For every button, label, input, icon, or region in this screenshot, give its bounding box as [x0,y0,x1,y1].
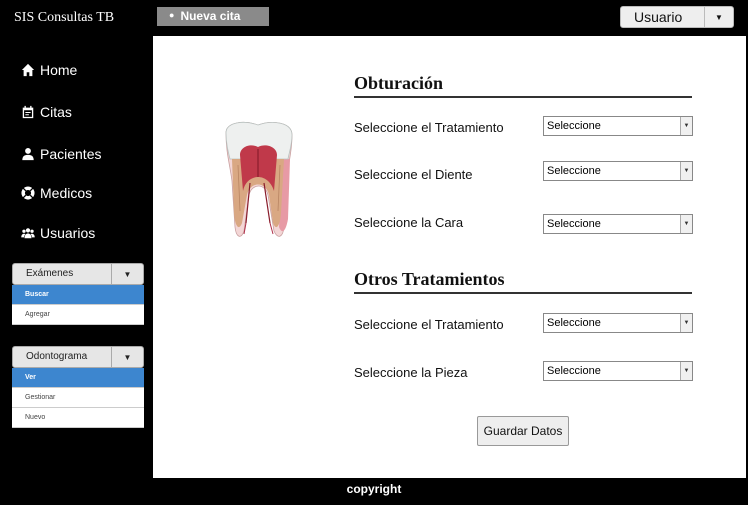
sidebar-item-label: Citas [40,104,72,120]
chevron-down-icon: ▼ [680,215,692,233]
examenes-option-agregar[interactable]: Agregar [12,305,144,325]
obturacion-diente-label: Seleccione el Diente [354,167,473,182]
sidebar-item-pacientes[interactable]: Pacientes [21,146,101,162]
select-value: Seleccione [547,120,601,132]
odontograma-label: Odontograma [26,351,88,362]
odontograma-dropdown-toggle[interactable]: Odontograma ▼ [12,346,144,368]
chevron-down-icon: ▼ [680,362,692,380]
main-content: Obturación Seleccione el Tratamiento Sel… [153,36,746,478]
chevron-down-icon: ▼ [680,117,692,135]
select-value: Seleccione [547,218,601,230]
sidebar-item-label: Home [40,62,78,78]
odontograma-dropdown: Odontograma ▼ Ver Gestionar Nuevo [12,346,144,428]
users-icon [21,228,35,239]
obturacion-cara-select[interactable]: Seleccione ▼ [543,214,693,234]
new-appointment-button[interactable]: ● Nueva cita [157,7,269,26]
obturacion-tratamiento-select[interactable]: Seleccione ▼ [543,116,693,136]
obturacion-diente-select[interactable]: Seleccione ▼ [543,161,693,181]
examenes-dropdown: Exámenes ▼ Buscar Agregar [12,263,144,325]
examenes-option-buscar[interactable]: Buscar [12,285,144,305]
chevron-down-icon: ▼ [680,314,692,332]
obturacion-title: Obturación [354,73,692,98]
chevron-down-icon[interactable]: ▼ [704,7,733,27]
sidebar-item-label: Pacientes [40,146,102,162]
user-menu-button[interactable]: Usuario ▼ [620,6,734,28]
chevron-down-icon[interactable]: ▼ [111,347,143,367]
otros-pieza-select[interactable]: Seleccione ▼ [543,361,693,381]
lifebuoy-icon [21,186,35,200]
obturacion-tratamiento-label: Seleccione el Tratamiento [354,120,504,135]
select-value: Seleccione [547,165,601,177]
sidebar: Home Citas Pacientes Medicos Usuarios Ex… [0,36,153,478]
odontograma-option-ver[interactable]: Ver [12,368,144,388]
odontograma-option-nuevo[interactable]: Nuevo [12,408,144,428]
otros-pieza-label: Seleccione la Pieza [354,365,468,380]
sidebar-item-home[interactable]: Home [21,62,77,78]
otros-tratamientos-title: Otros Tratamientos [354,269,692,294]
sidebar-item-usuarios[interactable]: Usuarios [21,225,95,241]
person-icon [22,148,34,161]
tooth-illustration [225,122,293,237]
otros-tratamiento-label: Seleccione el Tratamiento [354,317,504,332]
save-button[interactable]: Guardar Datos [477,416,569,446]
sidebar-item-medicos[interactable]: Medicos [21,185,92,201]
user-menu-label: Usuario [634,9,683,25]
obturacion-cara-label: Seleccione la Cara [354,215,464,230]
chevron-down-icon: ▼ [680,162,692,180]
chevron-down-icon[interactable]: ▼ [111,264,143,284]
sidebar-item-citas[interactable]: Citas [21,104,72,120]
otros-tratamiento-select[interactable]: Seleccione ▼ [543,313,693,333]
select-value: Seleccione [547,365,601,377]
examenes-dropdown-toggle[interactable]: Exámenes ▼ [12,263,144,285]
examenes-label: Exámenes [26,268,74,279]
sidebar-item-label: Usuarios [40,225,96,241]
top-bar: SIS Consultas TB ● Nueva cita Usuario ▼ [0,0,748,36]
calendar-icon [22,105,34,119]
app-title: SIS Consultas TB [14,10,115,25]
footer: copyright [0,478,748,505]
new-appointment-label: Nueva cita [180,9,241,23]
home-icon [21,63,35,77]
sidebar-item-label: Medicos [40,185,93,201]
bullet-icon: ● [169,10,175,20]
odontograma-option-gestionar[interactable]: Gestionar [12,388,144,408]
select-value: Seleccione [547,317,601,329]
copyright-text: copyright [346,482,402,496]
